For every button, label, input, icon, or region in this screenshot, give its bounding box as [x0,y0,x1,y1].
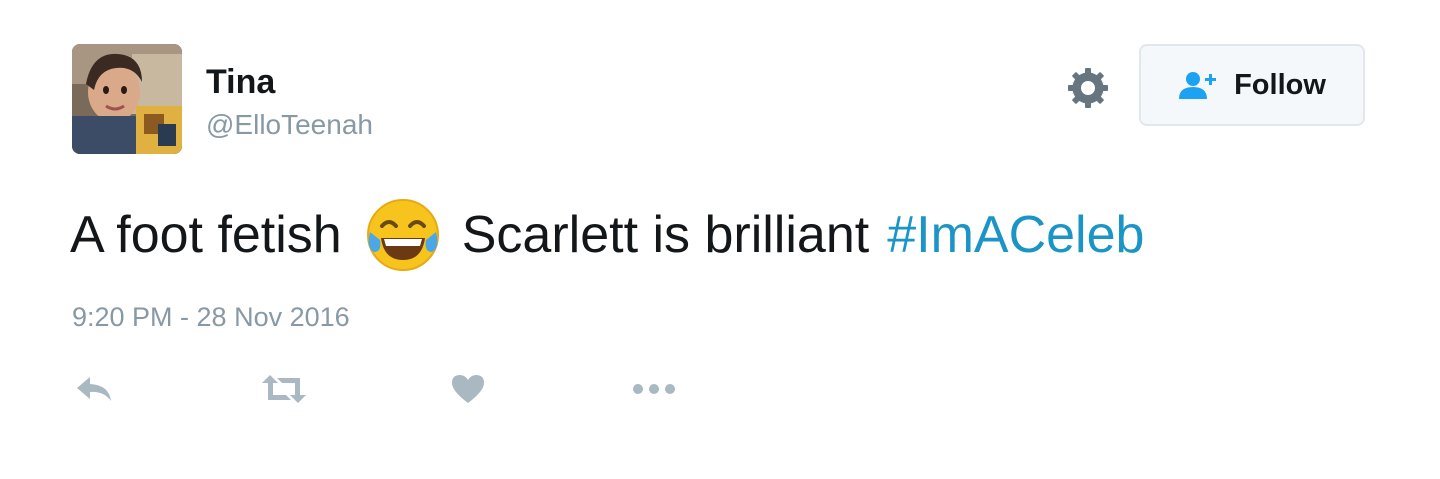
gear-icon[interactable] [1064,64,1112,112]
tweet-timestamp[interactable]: 9:20 PM - 28 Nov 2016 [72,300,350,334]
tweet-actions [0,364,1440,414]
follow-label: Follow [1234,68,1326,101]
heart-icon[interactable] [450,364,486,414]
tears-of-joy-emoji [364,196,442,274]
screen-name[interactable]: @ElloTeenah [206,108,373,142]
avatar-photo [72,44,182,154]
retweet-icon[interactable] [260,364,308,414]
tweet-card: Tina @ElloTeenah Follow A foot fetish Sc… [0,0,1440,479]
hashtag-link[interactable]: #ImACeleb [887,200,1144,270]
display-name[interactable]: Tina [206,62,275,102]
tweet-text: A foot fetish Scarlett is brilliant #ImA… [70,196,1144,274]
add-user-icon [1179,72,1217,99]
reply-icon[interactable] [74,364,114,414]
avatar[interactable] [72,44,182,154]
more-dots-icon[interactable] [630,364,678,414]
tweet-text-part-1: A foot fetish [70,206,342,264]
tweet-text-part-2: Scarlett is brilliant [461,206,870,264]
follow-button[interactable]: Follow [1139,44,1365,126]
